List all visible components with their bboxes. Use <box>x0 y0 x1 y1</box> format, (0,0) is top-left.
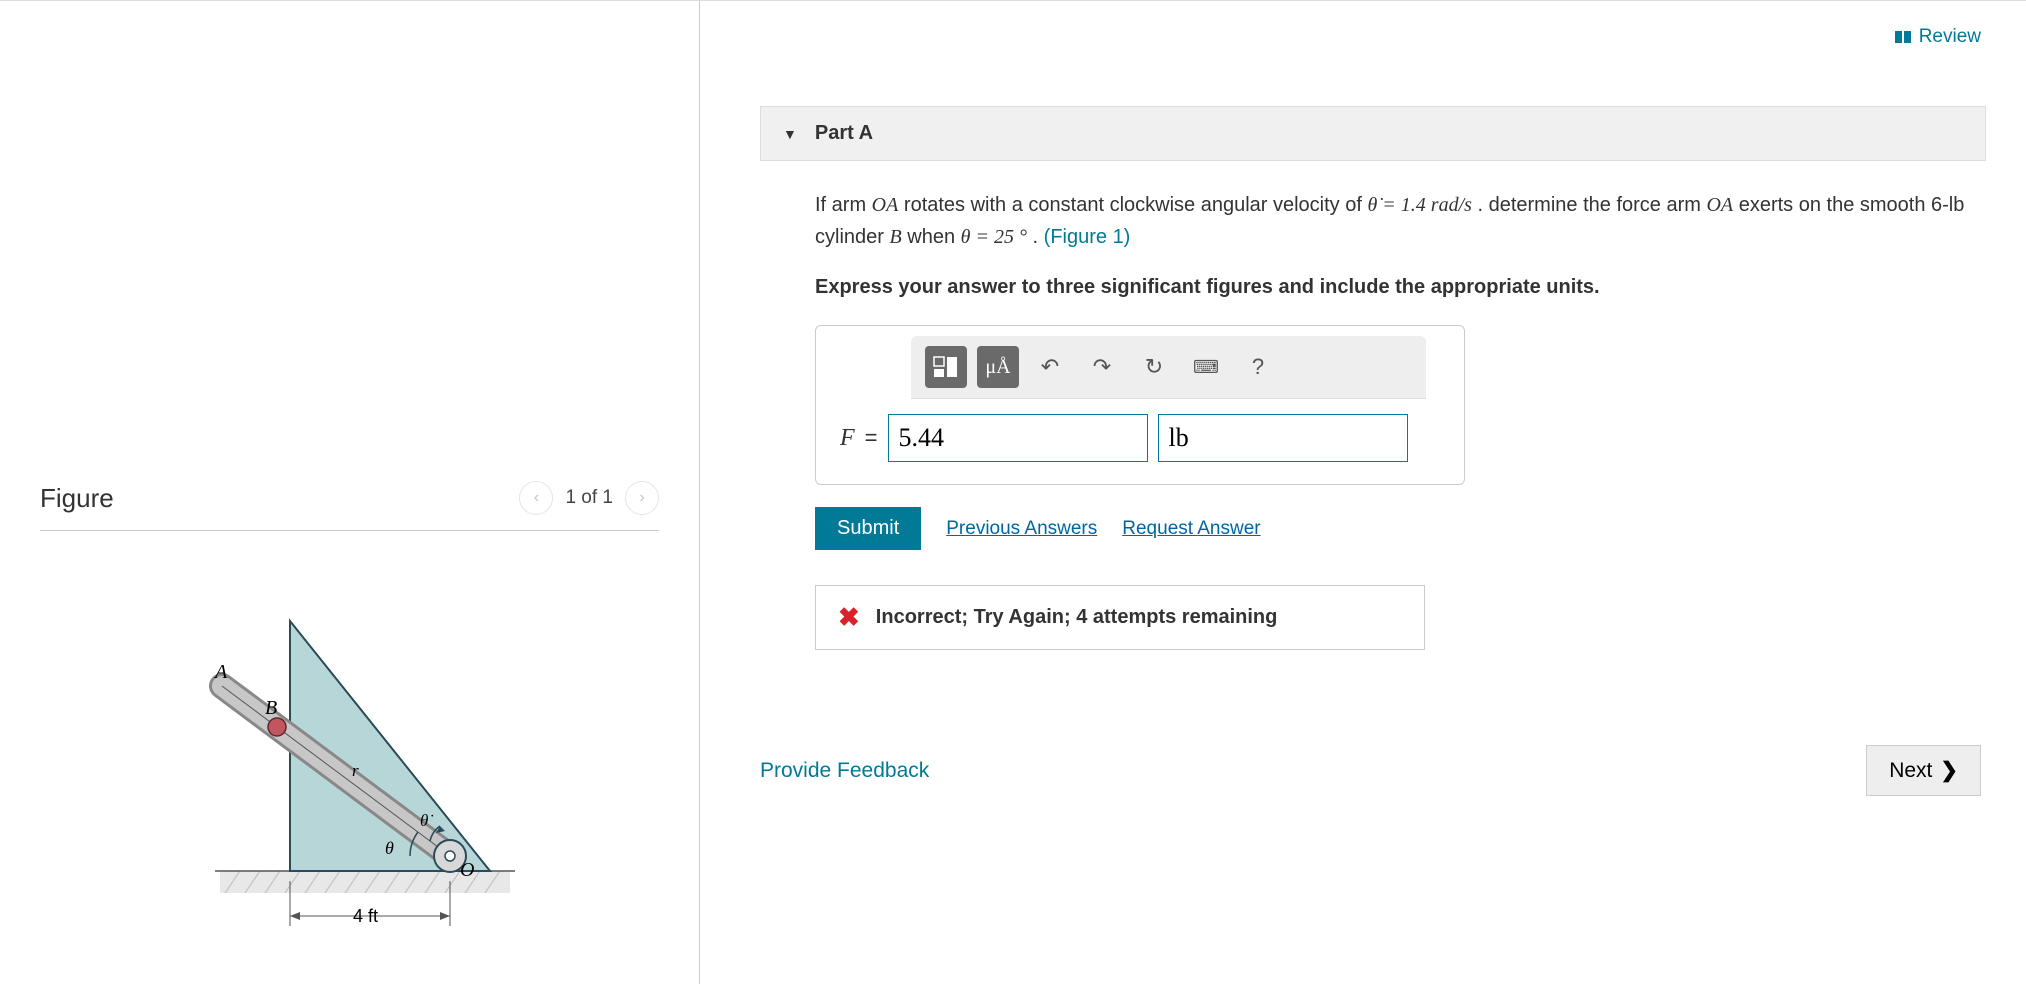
redo-icon[interactable]: ↷ <box>1081 346 1123 388</box>
eq-thetadot: θ̇ = 1.4 rad/s <box>1367 194 1471 216</box>
label-r: r <box>352 761 359 780</box>
problem-statement: If arm OA rotates with a constant clockw… <box>815 189 1986 303</box>
var-OA-2: OA <box>1706 194 1733 216</box>
figure-header: Figure ‹ 1 of 1 › <box>40 481 659 531</box>
var-OA: OA <box>872 194 899 216</box>
figure-prev-button[interactable]: ‹ <box>519 481 553 515</box>
equals-sign: = <box>865 425 878 451</box>
figure-pane: Figure ‹ 1 of 1 › <box>0 1 700 984</box>
feedback-box: ✖ Incorrect; Try Again; 4 attempts remai… <box>815 585 1425 650</box>
part-header[interactable]: ▼ Part A <box>760 106 1986 161</box>
submit-button[interactable]: Submit <box>815 507 921 550</box>
figure-title: Figure <box>40 483 114 514</box>
caret-down-icon: ▼ <box>783 126 797 142</box>
reset-icon[interactable]: ↻ <box>1133 346 1175 388</box>
previous-answers-link[interactable]: Previous Answers <box>946 518 1097 540</box>
answer-row: F = <box>816 399 1464 484</box>
label-dimension: 4 ft <box>353 906 378 926</box>
figure-next-button[interactable]: › <box>625 481 659 515</box>
figure-diagram: A B O r θ θ̇ 4 ft <box>160 571 540 951</box>
label-O: O <box>460 859 474 881</box>
keyboard-icon[interactable]: ⌨ <box>1185 346 1227 388</box>
figure-image: A B O r θ θ̇ 4 ft <box>40 571 659 956</box>
equation-toolbar: μÅ ↶ ↷ ↻ ⌨ ? <box>911 336 1426 399</box>
label-theta: θ <box>385 838 394 858</box>
answer-box: μÅ ↶ ↷ ↻ ⌨ ? F = <box>815 325 1465 485</box>
answer-variable-label: F <box>840 425 855 452</box>
incorrect-icon: ✖ <box>838 602 860 633</box>
undo-icon[interactable]: ↶ <box>1029 346 1071 388</box>
request-answer-link[interactable]: Request Answer <box>1122 518 1260 540</box>
book-icon <box>1895 31 1911 43</box>
answer-instruction: Express your answer to three significant… <box>815 271 1986 303</box>
review-label: Review <box>1919 26 1981 48</box>
next-label: Next <box>1889 759 1932 783</box>
next-button[interactable]: Next ❯ <box>1866 745 1981 796</box>
label-A: A <box>213 661 228 683</box>
figure-counter: 1 of 1 <box>565 487 613 509</box>
label-B: B <box>265 697 277 719</box>
footer-row: Provide Feedback Next ❯ <box>760 745 1986 796</box>
template-icon[interactable] <box>925 346 967 388</box>
answer-value-input[interactable] <box>888 414 1148 462</box>
question-pane: Review ▼ Part A If arm OA rotates with a… <box>700 1 2026 984</box>
answer-unit-input[interactable] <box>1158 414 1408 462</box>
problem-text-2: rotates with a constant clockwise angula… <box>904 194 1368 216</box>
chevron-right-icon: ❯ <box>1940 758 1958 783</box>
submit-row: Submit Previous Answers Request Answer <box>815 507 1986 550</box>
units-button[interactable]: μÅ <box>977 346 1019 388</box>
problem-text-6: . <box>1033 226 1044 248</box>
eq-theta: θ = 25 ° <box>961 226 1027 248</box>
help-icon[interactable]: ? <box>1237 346 1279 388</box>
figure-reference-link[interactable]: (Figure 1) <box>1044 226 1131 248</box>
part-title: Part A <box>815 122 873 145</box>
figure-nav: ‹ 1 of 1 › <box>519 481 659 515</box>
problem-text-1: If arm <box>815 194 872 216</box>
review-link[interactable]: Review <box>1895 26 1981 48</box>
var-B: B <box>889 226 901 248</box>
problem-text-3: . determine the force arm <box>1477 194 1706 216</box>
feedback-text: Incorrect; Try Again; 4 attempts remaini… <box>876 606 1278 629</box>
provide-feedback-link[interactable]: Provide Feedback <box>760 759 929 783</box>
problem-text-5: when <box>907 226 960 248</box>
